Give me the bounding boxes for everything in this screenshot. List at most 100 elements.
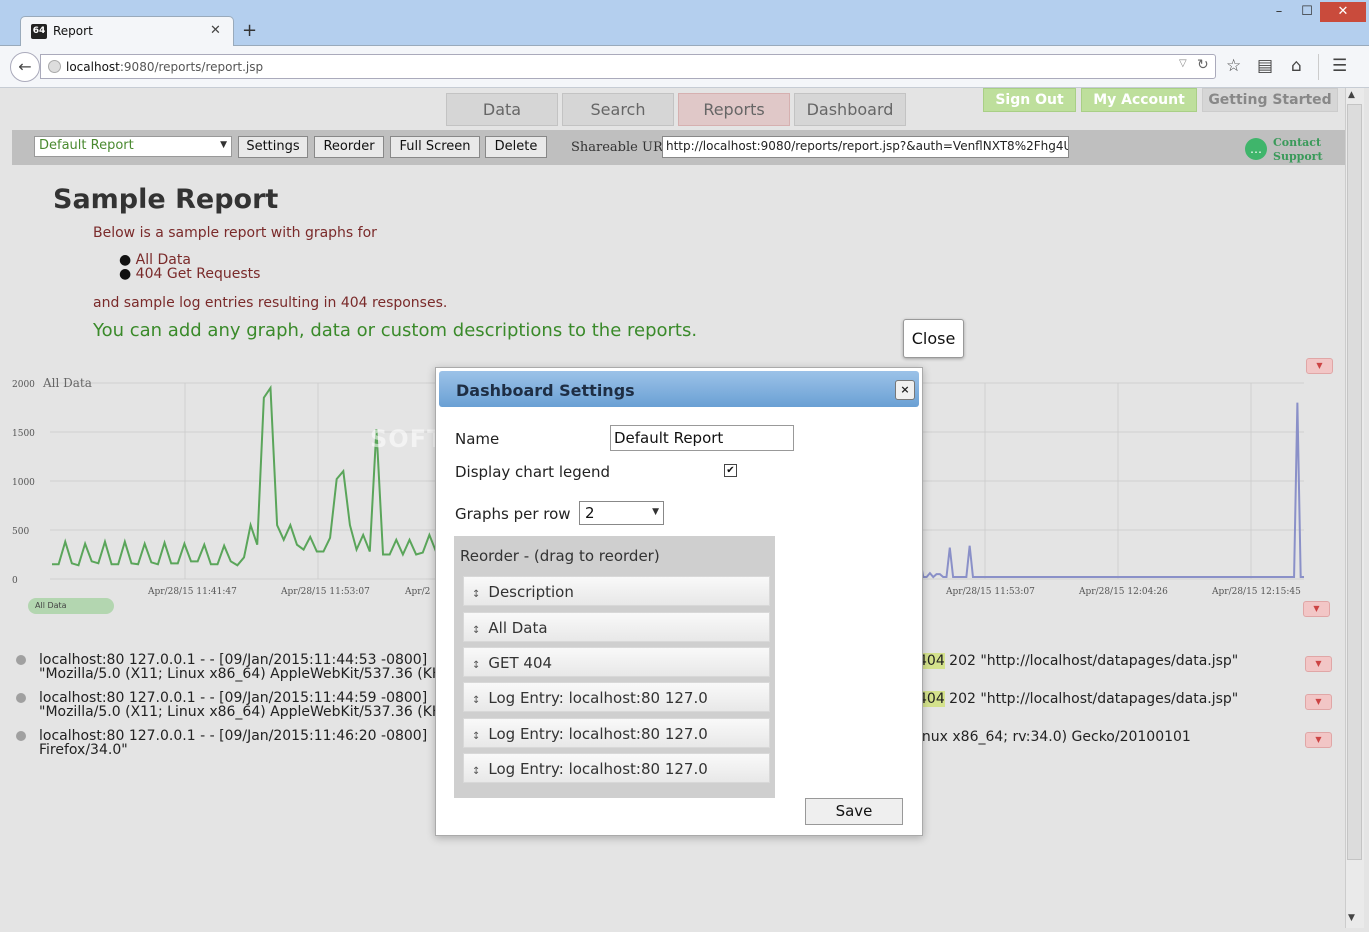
list-item: ● 404 Get Requests [119,266,261,282]
list-item: ● All Data [119,252,191,268]
x-tick-label: Apr/2 [404,587,430,597]
toolbar-divider [1318,54,1319,80]
log-bullet-icon [16,731,26,741]
reorder-title: Reorder - (drag to reorder) [460,547,660,565]
tab-reports[interactable]: Reports [678,93,790,126]
scroll-down-icon[interactable]: ▼ [1348,913,1355,923]
full-screen-button[interactable]: Full Screen [390,136,480,158]
y-tick-label: 500 [12,527,29,537]
report-outro: and sample log entries resulting in 404 … [93,295,448,311]
x-tick-label: Apr/28/15 11:53:07 [945,587,1035,597]
back-arrow-icon[interactable]: ← [10,52,40,82]
reload-icon[interactable]: ↻ [1197,57,1209,73]
reorder-item[interactable]: ↕ Description [463,576,770,606]
chart-collapse-chevron-icon[interactable]: ▼ [1303,601,1330,617]
delete-button[interactable]: Delete [485,136,547,158]
chart-legend-item[interactable]: All Data [28,598,114,614]
scrollbar-thumb[interactable] [1347,104,1362,860]
new-tab-icon[interactable]: + [242,21,257,41]
drag-handle-icon[interactable]: ↕ [472,766,480,777]
dialog-header[interactable]: Dashboard Settings × [439,371,919,407]
settings-button[interactable]: Settings [238,136,308,158]
browser-titlebar: 64 Report ✕ + – ☐ ✕ [0,0,1369,46]
reorder-panel: Reorder - (drag to reorder) ↕ Description… [454,536,775,798]
drag-handle-icon[interactable]: ↕ [472,695,480,706]
scroll-up-icon[interactable]: ▲ [1348,90,1355,100]
log-row-chevron-icon[interactable]: ▼ [1305,694,1332,710]
x-tick-label: Apr/28/15 11:41:47 [147,587,237,597]
report-bullets: ● All Data ● 404 Get Requests [119,253,260,281]
chart-options-chevron-icon[interactable]: ▼ [1306,358,1333,374]
contact-support-link[interactable]: Contact Support [1273,136,1323,164]
url-dropdown-icon[interactable]: ▽ [1179,58,1187,69]
drag-handle-icon[interactable]: ↕ [472,660,480,671]
browser-navbar: localhost:9080/reports/report.jsp ▽ ↻ ← … [0,46,1369,88]
reorder-item[interactable]: ↕ All Data [463,612,770,642]
sign-out-button[interactable]: Sign Out [983,88,1076,112]
y-tick-label: 0 [12,576,18,586]
dialog-title: Dashboard Settings [456,381,635,400]
address-bar[interactable]: localhost:9080/reports/report.jsp ▽ ↻ [40,54,1216,79]
series-line-left [52,384,437,567]
reorder-button[interactable]: Reorder [314,136,384,158]
chart-title: All Data [42,376,92,390]
tab-close-icon[interactable]: ✕ [210,23,221,38]
y-tick-label: 1000 [12,478,35,488]
y-tick-label: 1500 [12,429,35,439]
drag-handle-icon[interactable]: ↕ [472,589,480,600]
log-row-right: inux x86_64; rv:34.0) Gecko/20100101 [918,729,1191,745]
reorder-item[interactable]: ↕ GET 404 [463,647,770,677]
reorder-item[interactable]: ↕ Log Entry: localhost:80 127.0 [463,682,770,712]
dashboard-settings-dialog: Dashboard Settings × Name Default Report… [435,367,923,836]
menu-hamburger-icon[interactable]: ☰ [1332,56,1347,76]
log-row-chevron-icon[interactable]: ▼ [1305,656,1332,672]
reorder-item[interactable]: ↕ Log Entry: localhost:80 127.0 [463,718,770,748]
my-account-button[interactable]: My Account [1081,88,1197,112]
chevron-down-icon: ▼ [652,507,659,517]
home-icon[interactable]: ⌂ [1291,56,1302,76]
close-button[interactable]: Close [903,319,964,358]
display-legend-label: Display chart legend [455,463,610,481]
x-tick-label: Apr/28/15 11:53:07 [280,587,370,597]
browser-tab[interactable]: 64 Report ✕ [20,16,234,46]
reading-list-icon[interactable]: ▤ [1257,56,1273,76]
drag-handle-icon[interactable]: ↕ [472,731,480,742]
dialog-close-icon[interactable]: × [895,380,915,400]
drag-handle-icon[interactable]: ↕ [472,625,480,636]
shareable-url-input[interactable]: http://localhost:9080/reports/report.jsp… [662,136,1069,158]
report-toolbar: Default Report ▼ Settings Reorder Full Sc… [12,130,1345,165]
name-label: Name [455,430,500,448]
display-legend-checkbox[interactable]: ✔ [724,464,737,477]
getting-started-button[interactable]: Getting Started [1202,88,1338,112]
shareable-url-label: Shareable URL: [571,140,676,155]
report-select[interactable]: Default Report ▼ [34,136,232,157]
page-title: Sample Report [53,184,279,215]
chat-bubble-icon[interactable]: … [1245,138,1267,160]
globe-icon [48,60,61,73]
log-bullet-icon [16,655,26,665]
window-minimize-icon[interactable]: – [1268,2,1290,22]
graphs-per-row-label: Graphs per row [455,505,571,523]
log-row-right: 404 202 "http://localhost/datapages/data… [918,691,1239,707]
x-tick-label: Apr/28/15 12:04:26 [1078,587,1168,597]
tab-search[interactable]: Search [562,93,674,126]
log-row-right: 404 202 "http://localhost/datapages/data… [918,653,1239,669]
window-close-icon[interactable]: ✕ [1320,2,1366,22]
window-maximize-icon[interactable]: ☐ [1296,2,1318,22]
log-bullet-icon [16,693,26,703]
url-text: localhost:9080/reports/report.jsp [66,60,264,74]
tab-data[interactable]: Data [446,93,558,126]
report-tagline: You can add any graph, data or custom de… [93,320,698,341]
bookmark-star-icon[interactable]: ☆ [1226,56,1241,76]
graphs-per-row-select[interactable]: 2 ▼ [579,501,664,525]
x-tick-label: Apr/28/15 12:15:45 [1211,587,1301,597]
log-row: localhost:80 127.0.0.1 - - [09/Jan/2015:… [39,690,443,720]
report-intro: Below is a sample report with graphs for [93,225,377,241]
save-button[interactable]: Save [805,798,903,825]
reorder-item[interactable]: ↕ Log Entry: localhost:80 127.0 [463,753,770,783]
tab-dashboard[interactable]: Dashboard [794,93,906,126]
log-row-chevron-icon[interactable]: ▼ [1305,732,1332,748]
log-row: localhost:80 127.0.0.1 - - [09/Jan/2015:… [39,652,443,682]
name-input[interactable]: Default Report [610,425,794,451]
tab-title: Report [53,24,93,38]
